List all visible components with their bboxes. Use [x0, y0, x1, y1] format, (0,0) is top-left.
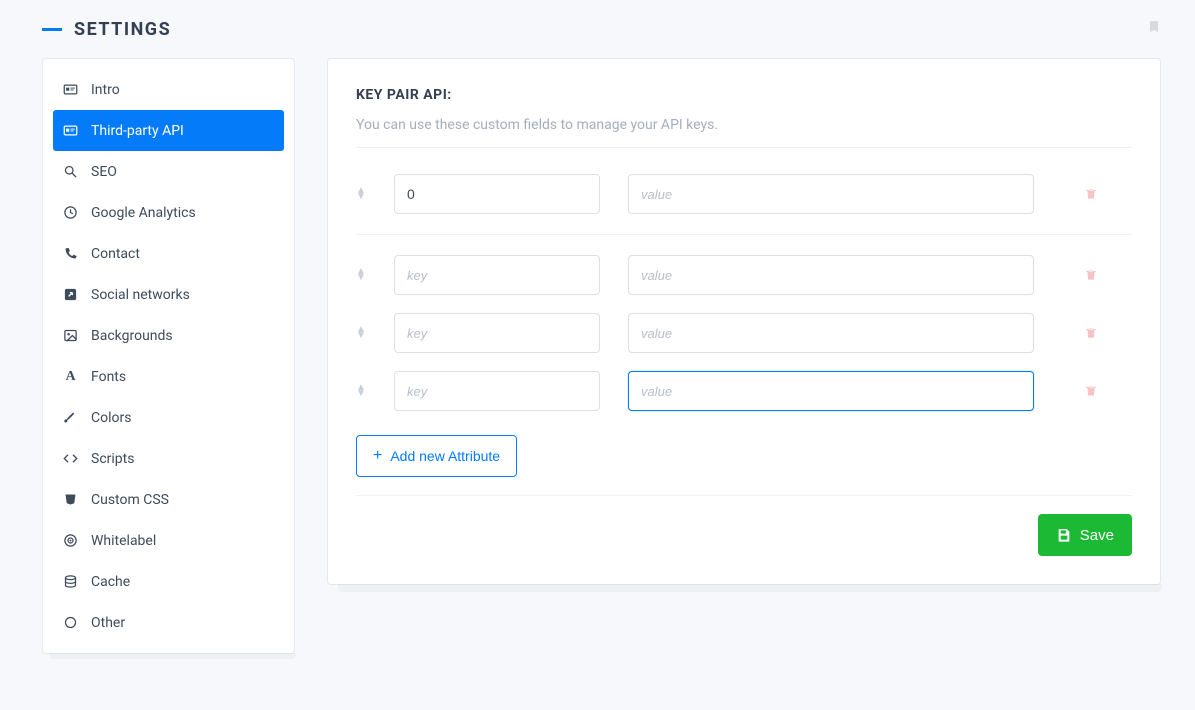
sidebar-item-label: Cache: [91, 574, 130, 590]
image-icon: [63, 328, 78, 343]
sidebar-item-other[interactable]: Other: [53, 602, 284, 643]
page-title: SETTINGS: [74, 19, 171, 40]
value-input[interactable]: [628, 313, 1034, 353]
sidebar-item-label: Contact: [91, 246, 140, 262]
sidebar-item-google-analytics[interactable]: Google Analytics: [53, 192, 284, 233]
id-card-icon: [63, 123, 78, 138]
divider: [356, 234, 1132, 235]
sidebar-item-label: Whitelabel: [91, 533, 156, 549]
value-input[interactable]: [628, 371, 1034, 411]
sidebar-item-label: Fonts: [91, 369, 126, 385]
sidebar-item-scripts[interactable]: Scripts: [53, 438, 284, 479]
trash-icon[interactable]: [1084, 384, 1098, 398]
sidebar-item-label: Colors: [91, 410, 131, 426]
sort-handle-icon[interactable]: ▲▼: [356, 385, 366, 397]
circle-icon: [63, 615, 78, 630]
sidebar-item-third-party-api[interactable]: Third-party API: [53, 110, 284, 151]
sidebar-item-label: Scripts: [91, 451, 134, 467]
divider: [356, 495, 1132, 496]
clock-icon: [63, 205, 78, 220]
search-icon: [63, 164, 78, 179]
sidebar-item-label: Intro: [91, 82, 120, 98]
sidebar-item-cache[interactable]: Cache: [53, 561, 284, 602]
section-subtitle: You can use these custom fields to manag…: [356, 117, 1132, 133]
code-icon: [63, 451, 78, 466]
sidebar-item-social-networks[interactable]: Social networks: [53, 274, 284, 315]
key-input[interactable]: [394, 371, 600, 411]
bookmark-icon[interactable]: [1147, 18, 1161, 40]
sidebar-item-label: Backgrounds: [91, 328, 173, 344]
css-icon: [63, 492, 78, 507]
trash-icon[interactable]: [1084, 326, 1098, 340]
database-icon: [63, 574, 78, 589]
key-input[interactable]: [394, 313, 600, 353]
header-accent: [42, 28, 62, 31]
save-button[interactable]: Save: [1038, 514, 1132, 556]
add-attribute-button[interactable]: + Add new Attribute: [356, 435, 517, 477]
sidebar-item-custom-css[interactable]: Custom CSS: [53, 479, 284, 520]
brush-icon: [63, 410, 78, 425]
save-icon: [1056, 527, 1072, 543]
settings-sidebar: Intro Third-party API SEO Google Analyti…: [42, 58, 295, 654]
sidebar-item-contact[interactable]: Contact: [53, 233, 284, 274]
add-attribute-label: Add new Attribute: [390, 448, 500, 464]
settings-panel: KEY PAIR API: You can use these custom f…: [327, 58, 1161, 585]
sidebar-item-fonts[interactable]: A Fonts: [53, 356, 284, 397]
trash-icon[interactable]: [1084, 268, 1098, 282]
divider: [356, 147, 1132, 148]
id-card-icon: [63, 82, 78, 97]
value-input[interactable]: [628, 255, 1034, 295]
sidebar-item-label: Custom CSS: [91, 492, 169, 508]
key-pair-row: ▲▼: [356, 367, 1132, 415]
key-pair-row: ▲▼: [356, 170, 1132, 218]
trash-icon[interactable]: [1084, 187, 1098, 201]
sidebar-item-label: SEO: [91, 164, 117, 180]
key-pair-rows: ▲▼ ▲▼ ▲▼: [356, 170, 1132, 415]
key-input[interactable]: [394, 174, 600, 214]
share-icon: [63, 287, 78, 302]
sidebar-item-colors[interactable]: Colors: [53, 397, 284, 438]
value-input[interactable]: [628, 174, 1034, 214]
sidebar-item-label: Google Analytics: [91, 205, 196, 221]
target-icon: [63, 533, 78, 548]
key-pair-row: ▲▼: [356, 309, 1132, 357]
section-title: KEY PAIR API:: [356, 87, 1132, 103]
key-input[interactable]: [394, 255, 600, 295]
sort-handle-icon[interactable]: ▲▼: [356, 327, 366, 339]
phone-icon: [63, 246, 78, 261]
plus-icon: +: [373, 448, 382, 464]
sidebar-item-whitelabel[interactable]: Whitelabel: [53, 520, 284, 561]
sidebar-item-label: Third-party API: [91, 123, 184, 139]
sidebar-item-label: Social networks: [91, 287, 190, 303]
key-pair-row: ▲▼: [356, 251, 1132, 299]
font-icon: A: [63, 369, 78, 384]
sort-handle-icon[interactable]: ▲▼: [356, 269, 366, 281]
sidebar-item-seo[interactable]: SEO: [53, 151, 284, 192]
sort-handle-icon[interactable]: ▲▼: [356, 188, 366, 200]
sidebar-item-intro[interactable]: Intro: [53, 69, 284, 110]
save-label: Save: [1080, 527, 1114, 544]
sidebar-item-backgrounds[interactable]: Backgrounds: [53, 315, 284, 356]
sidebar-item-label: Other: [91, 615, 125, 631]
